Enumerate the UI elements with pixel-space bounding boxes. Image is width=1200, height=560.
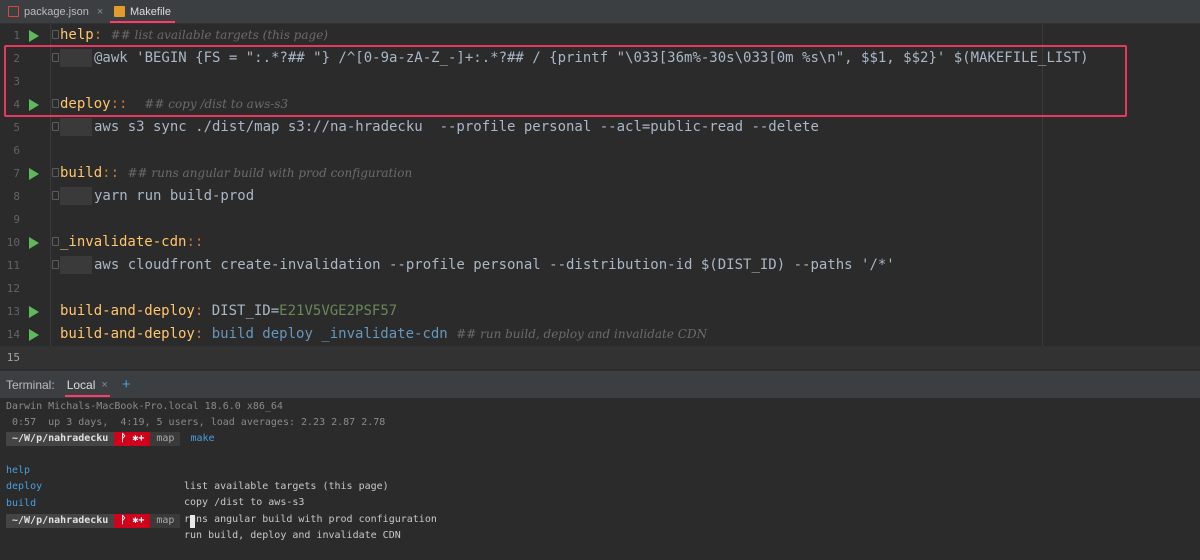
tab-indent	[60, 187, 92, 205]
run-target-icon[interactable]	[29, 329, 39, 341]
code-line: 6	[0, 139, 1200, 162]
terminal-tab-label: Local	[66, 377, 96, 392]
line-number: 10	[6, 236, 20, 249]
make-target: build-and-deploy	[60, 326, 195, 342]
recipe-command: yarn run build-prod	[94, 188, 255, 204]
output-row: help list available targets (this page)	[6, 447, 606, 492]
make-target: build	[60, 165, 103, 181]
terminal-output[interactable]: Darwin Michals-MacBook-Pro.local 18.6.0 …	[0, 398, 1200, 541]
code-editor[interactable]: 1 help: ## list available targets (this …	[0, 24, 1200, 369]
run-target-icon[interactable]	[29, 237, 39, 249]
line-number: 7	[13, 167, 20, 180]
line-number: 14	[6, 328, 20, 341]
add-terminal-icon[interactable]: +	[122, 376, 131, 393]
json-file-icon	[8, 6, 19, 17]
tab-label: package.json	[24, 5, 89, 18]
shell-prompt: ~/W/p/nahradecku ᚹ ✱+ map make	[6, 431, 215, 447]
line-number: 9	[13, 213, 20, 226]
prompt-dir: map	[150, 432, 181, 446]
terminal-cursor	[190, 514, 196, 528]
code-line: 12	[0, 277, 1200, 300]
code-line: 13 build-and-deploy: DIST_ID=E21V5VGE2PS…	[0, 300, 1200, 323]
code-line: 5 aws s3 sync ./dist/map s3://na-hradeck…	[0, 116, 1200, 139]
prompt-path: ~/W/p/nahradecku	[6, 514, 115, 528]
output-row: deploy copy /dist to aws-s3	[6, 463, 606, 508]
editor-tab-bar: package.json × Makefile	[0, 0, 1200, 24]
recipe-command: aws s3 sync ./dist/map s3://na-hradecku …	[94, 119, 819, 135]
close-icon[interactable]: ×	[101, 379, 107, 391]
typed-command: make	[190, 433, 215, 444]
variable-value: E21V5VGE2PSF57	[279, 303, 398, 319]
tab-indent	[60, 256, 92, 274]
output-row: build runs angular build with prod confi…	[6, 480, 606, 525]
prompt-dir: map	[150, 514, 181, 528]
fold-icon[interactable]	[52, 191, 59, 200]
make-target: build-and-deploy	[60, 303, 195, 319]
code-line: 9	[0, 208, 1200, 231]
code-line: 11 aws cloudfront create-invalidation --…	[0, 254, 1200, 277]
tab-indent	[60, 118, 92, 136]
fold-icon[interactable]	[52, 260, 59, 269]
make-target: _invalidate-cdn	[60, 234, 187, 250]
line-number: 15	[6, 351, 20, 364]
fold-icon[interactable]	[52, 237, 59, 246]
code-comment: ## runs angular build with prod configur…	[127, 166, 413, 180]
code-line: 1 help: ## list available targets (this …	[0, 24, 1200, 47]
tab-package-json[interactable]: package.json ×	[8, 0, 103, 23]
makefile-icon	[114, 6, 125, 17]
line-number: 8	[13, 190, 20, 203]
highlight-box	[4, 45, 1127, 117]
tab-label: Makefile	[130, 5, 171, 18]
run-target-icon[interactable]	[29, 30, 39, 42]
system-info: Darwin Michals-MacBook-Pro.local 18.6.0 …	[6, 401, 283, 412]
git-status-badge: ᚹ ✱+	[114, 432, 151, 446]
shell-prompt: ~/W/p/nahradecku ᚹ ✱+ map	[6, 513, 196, 529]
uptime-info: 0:57 up 3 days, 4:19, 5 users, load aver…	[6, 417, 386, 428]
close-icon[interactable]: ×	[97, 6, 103, 18]
code-line: 14 build-and-deploy: build deploy _inval…	[0, 323, 1200, 346]
recipe-command: aws cloudfront create-invalidation --pro…	[94, 257, 895, 273]
code-comment: ## run build, deploy and invalidate CDN	[456, 327, 708, 341]
output-row: build-and-deploy run build, deploy and i…	[6, 496, 606, 541]
output-description: run build, deploy and invalidate CDN	[184, 530, 401, 541]
terminal-tab-local[interactable]: Local ×	[64, 371, 110, 398]
run-target-icon[interactable]	[29, 168, 39, 180]
current-line: 15	[0, 346, 1200, 369]
target-dependencies: build deploy _invalidate-cdn	[211, 326, 448, 342]
terminal-header: Terminal: Local × +	[0, 370, 1200, 398]
line-number: 12	[6, 282, 20, 295]
code-line: 10 _invalidate-cdn::	[0, 231, 1200, 254]
prompt-path: ~/W/p/nahradecku	[6, 432, 115, 446]
output-description: runs angular build with prod configurati…	[184, 514, 437, 525]
line-number: 13	[6, 305, 20, 318]
code-comment: ## list available targets (this page)	[110, 28, 328, 42]
fold-icon[interactable]	[52, 122, 59, 131]
make-target: help	[60, 27, 94, 43]
fold-icon[interactable]	[52, 30, 59, 39]
fold-icon[interactable]	[52, 168, 59, 177]
terminal-title: Terminal:	[6, 377, 55, 392]
line-number: 5	[13, 121, 20, 134]
run-target-icon[interactable]	[29, 306, 39, 318]
line-number: 1	[13, 29, 20, 42]
tab-makefile[interactable]: Makefile	[110, 0, 175, 23]
line-number: 6	[13, 144, 20, 157]
code-line: 8 yarn run build-prod	[0, 185, 1200, 208]
code-line: 7 build:: ## runs angular build with pro…	[0, 162, 1200, 185]
line-number: 11	[6, 259, 20, 272]
variable-name: DIST_ID=	[211, 303, 280, 319]
git-status-badge: ᚹ ✱+	[114, 514, 151, 528]
